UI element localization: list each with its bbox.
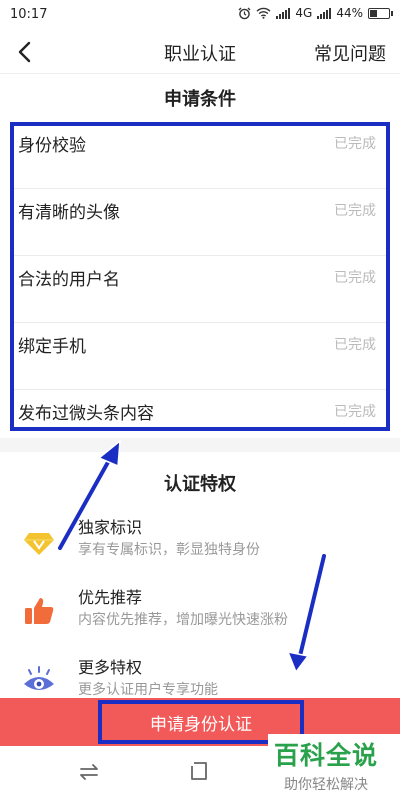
status-icons: 4G 44% [238,6,393,20]
condition-row: 绑定手机 已完成 [10,323,390,390]
status-time: 10:17 [10,7,48,22]
condition-label: 合法的用户名 [18,270,120,290]
battery-percent: 44% [336,6,363,20]
conditions-list: 身份校验 已完成 有清晰的头像 已完成 合法的用户名 已完成 绑定手机 已完成 … [10,122,390,457]
condition-label: 有清晰的头像 [18,203,120,223]
condition-status: 已完成 [334,337,376,353]
condition-status: 已完成 [334,270,376,286]
condition-status: 已完成 [334,404,376,420]
privilege-title: 优先推荐 [78,588,143,607]
condition-row: 身份校验 已完成 [10,122,390,189]
privilege-item: 独家标识 享有专属标识，彰显独特身份 [0,514,400,576]
watermark-sub: 助你轻松解决 [284,777,368,793]
swap-icon[interactable] [78,762,100,782]
eye-icon [24,666,54,690]
condition-status: 已完成 [334,136,376,152]
watermark: 百科全说 助你轻松解决 [268,734,400,800]
faq-link[interactable]: 常见问题 [314,40,386,66]
privilege-desc: 享有专属标识，彰显独特身份 [78,542,260,558]
privilege-title: 独家标识 [78,518,143,537]
section-divider [0,438,400,452]
condition-row: 有清晰的头像 已完成 [10,189,390,256]
diamond-icon [24,533,54,555]
condition-status: 已完成 [334,203,376,219]
battery-icon [368,7,393,19]
condition-label: 身份校验 [18,136,86,156]
thumbs-up-icon [25,598,54,624]
condition-label: 绑定手机 [18,337,86,357]
network-type: 4G [295,6,313,20]
conditions-title: 申请条件 [164,89,236,110]
privilege-desc: 更多认证用户专享功能 [78,682,218,698]
condition-label: 发布过微头条内容 [18,404,154,424]
condition-row: 合法的用户名 已完成 [10,256,390,323]
privilege-item: 优先推荐 内容优先推荐，增加曝光快速涨粉 [0,584,400,646]
privileges-title: 认证特权 [164,474,236,495]
alarm-icon [238,7,251,19]
privilege-desc: 内容优先推荐，增加曝光快速涨粉 [78,612,288,628]
nav-bar: 职业认证 常见问题 [0,30,400,74]
signal-icon-2 [317,7,332,19]
wifi-icon [256,7,271,19]
home-icon[interactable] [190,760,210,782]
status-bar: 10:17 4G 44% [0,0,400,30]
signal-icon [276,7,291,19]
privilege-title: 更多特权 [78,658,143,677]
watermark-main: 百科全说 [274,741,379,770]
